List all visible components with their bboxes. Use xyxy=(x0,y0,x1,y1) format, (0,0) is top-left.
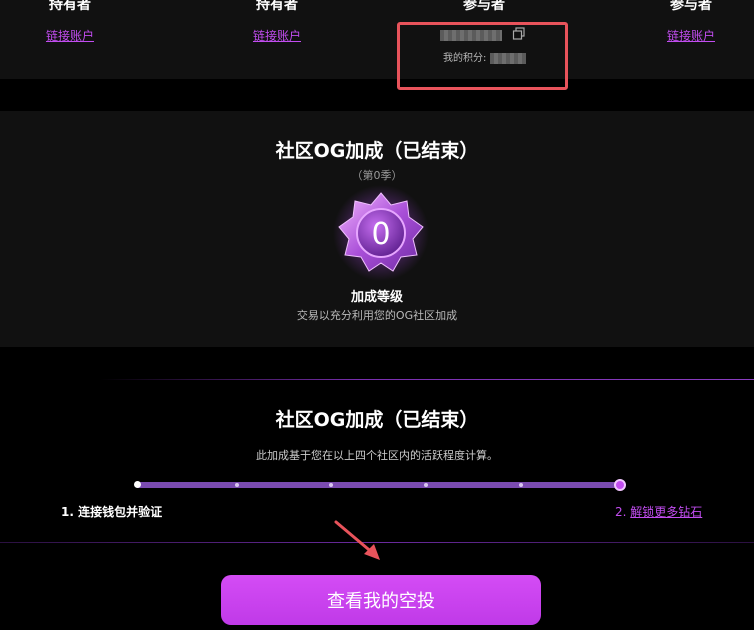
column-title: 持有者 xyxy=(256,0,298,13)
boost-level-description: 交易以充分利用您的OG社区加成 xyxy=(296,309,458,322)
divider xyxy=(100,379,754,380)
badge-value: 0 xyxy=(371,217,390,252)
progress-end-dot xyxy=(614,479,626,491)
column-title: 参与者 xyxy=(670,0,712,13)
link-account-link[interactable]: 链接账户 xyxy=(197,27,357,44)
og-boost-title: 社区OG加成（已结束） xyxy=(275,140,479,162)
progress-tick xyxy=(519,483,523,487)
link-account-link[interactable]: 链接账户 xyxy=(0,27,150,44)
column-title: 参与者 xyxy=(463,0,505,13)
link-account-link[interactable]: 链接账户 xyxy=(611,27,754,44)
step-connect-wallet: 1. 连接钱包并验证 xyxy=(61,505,163,519)
progress-start-dot xyxy=(134,481,141,488)
boost-level-label: 加成等级 xyxy=(350,290,403,305)
pointer-arrow-annotation xyxy=(334,520,380,560)
step-number: 2. xyxy=(615,505,631,519)
unlock-diamonds-link[interactable]: 解锁更多钻石 xyxy=(630,505,702,519)
column-title: 持有者 xyxy=(49,0,91,13)
progress-section-description: 此加成基于您在以上四个社区内的活跃程度计算。 xyxy=(256,449,498,462)
progress-tick xyxy=(235,483,239,487)
progress-section-title: 社区OG加成（已结束） xyxy=(275,409,479,431)
boost-level-badge: 0 xyxy=(333,185,429,281)
community-header: 持有者 链接账户 持有者 链接账户 参与者 参与者 链接账户 xyxy=(0,0,754,79)
progress-track xyxy=(136,482,623,488)
progress-tick xyxy=(424,483,428,487)
highlight-annotation-box xyxy=(397,22,568,90)
view-my-airdrop-button[interactable]: 查看我的空投 xyxy=(221,575,541,625)
step-unlock-diamonds: 2. 解锁更多钻石 xyxy=(615,503,702,520)
season-label: （第0季） xyxy=(351,169,403,182)
progress-tick xyxy=(329,483,333,487)
